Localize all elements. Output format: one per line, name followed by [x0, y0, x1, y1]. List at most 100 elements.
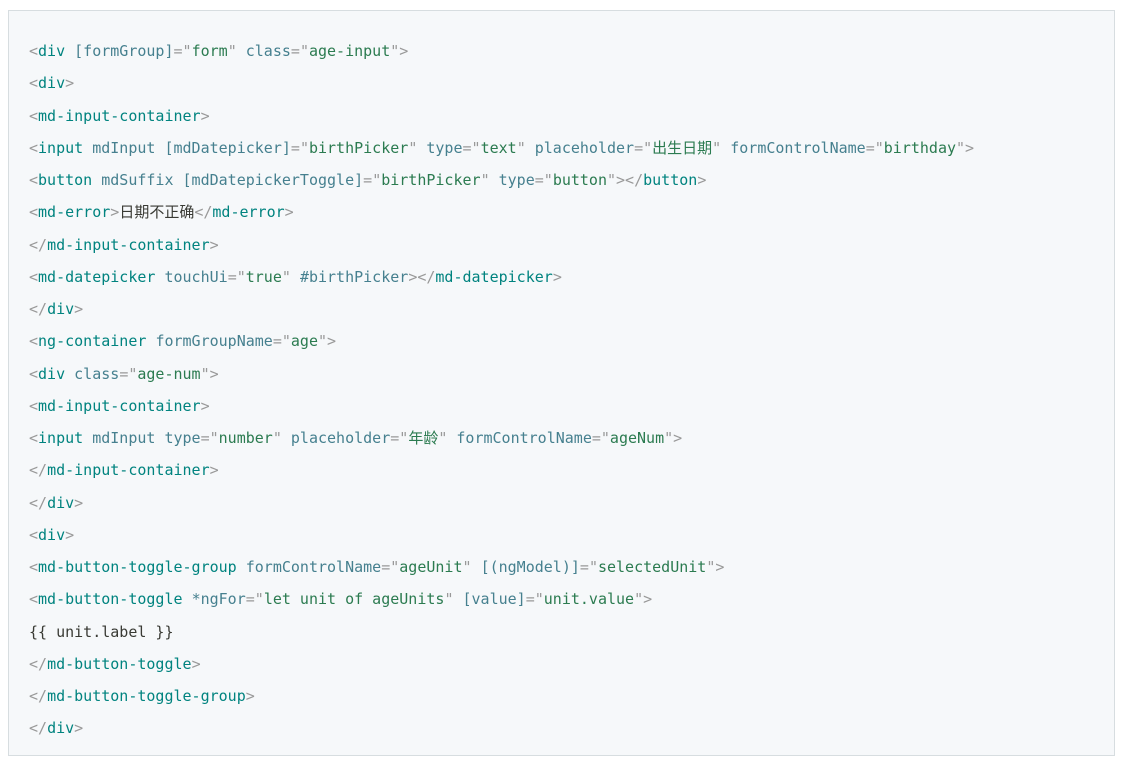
token-a: placeholder	[291, 429, 390, 447]
token-t: button	[643, 171, 697, 189]
token-a: placeholder	[535, 139, 634, 157]
token-tx	[237, 42, 246, 60]
token-p: =	[592, 429, 601, 447]
token-p: <	[29, 74, 38, 92]
token-p: =	[634, 139, 643, 157]
token-p: =	[228, 268, 237, 286]
token-p: <	[29, 558, 38, 576]
token-t: md-button-toggle	[38, 590, 183, 608]
token-p: =	[390, 429, 399, 447]
token-s: text	[481, 139, 517, 157]
token-p: >	[65, 526, 74, 544]
token-s: selectedUnit	[598, 558, 706, 576]
token-p: <	[29, 139, 38, 157]
token-p: <	[29, 42, 38, 60]
token-s: birthPicker	[309, 139, 408, 157]
token-p: </	[29, 655, 47, 673]
token-t: div	[38, 74, 65, 92]
token-q: "	[282, 268, 291, 286]
code-line: <md-input-container>	[29, 100, 1104, 132]
token-p: >	[246, 687, 255, 705]
code-line: </md-input-container>	[29, 454, 1104, 486]
token-p: >	[201, 107, 210, 125]
token-p: >	[643, 590, 652, 608]
code-block: <div [formGroup]="form" class="age-input…	[8, 10, 1115, 756]
token-p: >	[74, 300, 83, 318]
token-p: =	[291, 139, 300, 157]
token-tx	[237, 558, 246, 576]
token-t: div	[47, 494, 74, 512]
token-p: >	[192, 655, 201, 673]
token-t: md-button-toggle	[47, 655, 192, 673]
code-line: {{ unit.label }}	[29, 616, 1104, 648]
token-s: age-num	[137, 365, 200, 383]
token-p: ></	[408, 268, 435, 286]
code-line: <input mdInput type="number" placeholder…	[29, 422, 1104, 454]
token-a: formControlName	[730, 139, 865, 157]
token-p: =	[246, 590, 255, 608]
token-q: "	[601, 429, 610, 447]
token-p: </	[29, 461, 47, 479]
token-q: "	[255, 590, 264, 608]
token-p: >	[65, 74, 74, 92]
token-s: form	[192, 42, 228, 60]
token-q: "	[643, 139, 652, 157]
code-line: <div [formGroup]="form" class="age-input…	[29, 35, 1104, 67]
code-line: <div>	[29, 519, 1104, 551]
code-line: </md-button-toggle-group>	[29, 680, 1104, 712]
token-q: "	[408, 139, 417, 157]
token-p: =	[580, 558, 589, 576]
token-p: =	[381, 558, 390, 576]
token-q: "	[875, 139, 884, 157]
token-t: md-datepicker	[38, 268, 155, 286]
token-a: [mdDatepicker]	[164, 139, 290, 157]
token-s: age	[291, 332, 318, 350]
token-p: <	[29, 590, 38, 608]
token-t: md-error	[212, 203, 284, 221]
token-q: "	[956, 139, 965, 157]
token-p: </	[29, 300, 47, 318]
token-p: =	[119, 365, 128, 383]
token-p: </	[29, 687, 47, 705]
token-p: >	[327, 332, 336, 350]
token-q: "	[463, 558, 472, 576]
token-t: md-input-container	[38, 397, 201, 415]
token-q: "	[300, 139, 309, 157]
token-tx	[183, 590, 192, 608]
token-p: >	[210, 461, 219, 479]
token-q: "	[399, 429, 408, 447]
token-p: >	[715, 558, 724, 576]
token-t: div	[38, 42, 65, 60]
token-tx	[490, 171, 499, 189]
token-tx: {{ unit.label }}	[29, 623, 174, 641]
token-t: md-error	[38, 203, 110, 221]
token-a: type	[164, 429, 200, 447]
token-t: md-datepicker	[435, 268, 552, 286]
token-q: "	[481, 171, 490, 189]
token-q: "	[535, 590, 544, 608]
token-p: <	[29, 107, 38, 125]
token-a: class	[246, 42, 291, 60]
token-q: "	[282, 332, 291, 350]
token-q: "	[634, 590, 643, 608]
token-s: 年龄	[408, 429, 438, 447]
token-a: touchUi	[164, 268, 227, 286]
token-tx	[526, 139, 535, 157]
code-line: <button mdSuffix [mdDatepickerToggle]="b…	[29, 164, 1104, 196]
token-t: input	[38, 429, 83, 447]
token-t: div	[47, 300, 74, 318]
token-q: "	[472, 139, 481, 157]
token-t: div	[38, 365, 65, 383]
token-tx	[282, 429, 291, 447]
token-p: </	[29, 494, 47, 512]
token-tx	[65, 42, 74, 60]
code-line: <md-datepicker touchUi="true" #birthPick…	[29, 261, 1104, 293]
token-a: [(ngModel)]	[481, 558, 580, 576]
token-p: =	[201, 429, 210, 447]
token-t: md-input-container	[38, 107, 201, 125]
token-p: =	[463, 139, 472, 157]
token-t: md-input-container	[47, 236, 210, 254]
token-p: =	[526, 590, 535, 608]
token-q: "	[228, 42, 237, 60]
token-tx	[83, 139, 92, 157]
